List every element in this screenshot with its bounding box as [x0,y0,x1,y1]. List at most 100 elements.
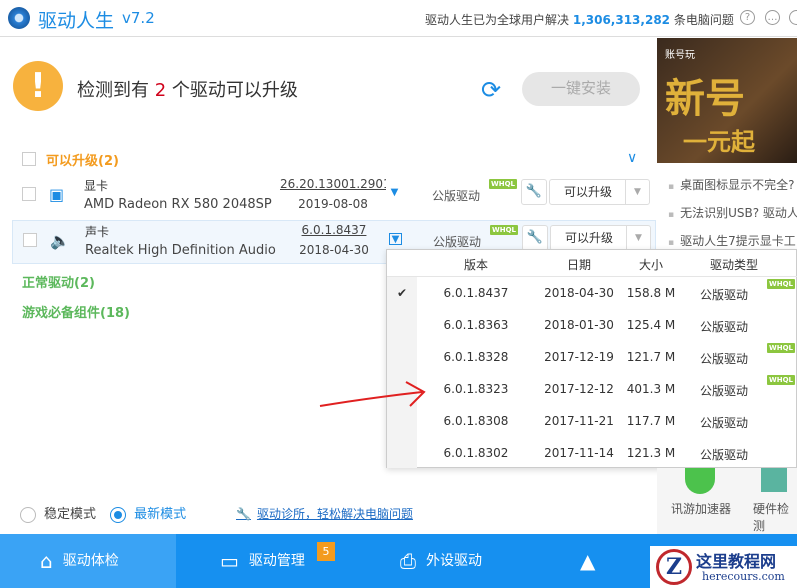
option-type: 公版驱动 [699,416,748,430]
feedback-icon[interactable]: … [765,10,780,25]
driver-date: 2018-04-30 [299,243,369,257]
app-title: 驱动人生 [38,10,115,32]
mode-selector: 稳定模式 最新模式 [20,503,186,523]
option-date: 2017-12-19 [544,350,614,364]
driver-row: ▣ 显卡 AMD Radeon RX 580 2048SP 26.20.1300… [12,175,656,219]
watermark-logo: Z 这里教程网 herecours.com [650,546,797,588]
whql-badge: WHQL [767,279,795,289]
option-size: 158.8 M [626,286,676,300]
option-size: 121.3 M [626,446,676,460]
whql-badge: WHQL [767,375,795,385]
news-item[interactable]: 桌面图标显示不完全? [668,176,794,193]
stable-mode-radio[interactable]: 稳定模式 [20,506,97,523]
option-date: 2017-11-14 [544,446,614,460]
upgradable-group-header[interactable]: 可以升级(2) [46,150,119,169]
stat-prefix: 驱动人生已为全球用户解决 [425,13,570,27]
news-item[interactable]: 驱动人生7提示显卡工 [668,232,796,249]
col-size: 大小 [638,258,663,272]
option-version: 6.0.1.8308 [443,414,509,428]
ad-banner[interactable]: 账号玩 新号 一元起 [657,38,797,163]
broom-icon: ▲ [580,549,596,573]
driver-clinic-link[interactable]: 🔧 驱动诊所，轻松解决电脑问题 [236,505,413,522]
wrench-icon[interactable]: 🔧 [521,179,547,205]
version-option-row[interactable]: 6.0.1.8302 2017-11-14 121.3 M 公版驱动 [387,437,797,469]
option-version: 6.0.1.8437 [443,286,509,300]
nav-cleanup[interactable]: ▲ [580,534,620,588]
help-icon[interactable]: ? [740,10,755,25]
option-size: 121.7 M [626,350,676,364]
chevron-down-icon[interactable]: ▼ [626,226,650,250]
driver-date: 2019-08-08 [298,197,368,211]
news-item[interactable]: 无法识别USB? 驱动人 [668,204,797,221]
accelerator-label[interactable]: 讯游加速器 [671,500,731,517]
upgrade-button[interactable]: 可以升级 ▼ [550,225,651,251]
whql-badge: WHQL [489,179,517,189]
laptop-icon: ▭ [220,549,239,573]
nav-driver-manage[interactable]: ▭ 驱动管理 [220,534,370,588]
normal-drivers-group[interactable]: 正常驱动(2) [22,272,95,291]
version-dropdown-icon[interactable]: ▼ [389,233,402,245]
checkmark-icon: ✔ [396,286,408,300]
driver-version-link[interactable]: 6.0.1.8437 [281,223,387,237]
option-size: 125.4 M [626,318,676,332]
printer-icon: ⎙ [400,549,416,573]
driver-checkbox[interactable] [22,187,36,201]
title-bar: 驱动人生 v7.2 驱动人生已为全球用户解决 1,306,313,282 条电脑… [0,0,797,37]
one-click-install-button[interactable]: 一键安装 [522,72,640,106]
warning-icon: ! [13,61,63,111]
option-size: 401.3 M [626,382,676,396]
option-date: 2018-04-30 [544,286,614,300]
upgrade-button[interactable]: 可以升级 ▼ [549,179,650,205]
option-type: 公版驱动 [699,320,748,334]
ad-brand: 账号玩 [665,50,695,61]
option-version: 6.0.1.8323 [443,382,509,396]
app-version: v7.2 [122,9,155,27]
red-arrow-annotation [319,381,426,407]
nav-peripheral-drivers[interactable]: ⎙ 外设驱动 [400,534,550,588]
radio-icon[interactable] [20,506,36,523]
app-logo-icon [8,7,30,29]
chevron-down-icon[interactable]: ∨ [627,150,637,166]
driver-category: 显卡 [84,179,109,193]
version-option-row[interactable]: 6.0.1.8323 2017-12-12 401.3 M 公版驱动 WHQL [387,373,797,405]
nav-label: 驱动管理 [248,553,305,569]
nav-label: 外设驱动 [426,553,482,569]
watermark-url: herecours.com [702,570,785,583]
option-size: 117.7 M [626,414,676,428]
stat-count: 1,306,313,282 [572,13,671,27]
notification-badge: 5 [317,542,335,561]
hardware-check-icon[interactable] [761,468,787,492]
hardware-check-label[interactable]: 硬件检测 [753,500,797,534]
version-option-row[interactable]: 6.0.1.8328 2017-12-19 121.7 M 公版驱动 WHQL [387,341,797,373]
stable-mode-label: 稳定模式 [44,507,97,522]
version-dropdown-icon[interactable]: ▼ [388,187,401,199]
game-components-group[interactable]: 游戏必备组件(18) [22,302,130,321]
option-type: 公版驱动 [699,288,748,302]
speaker-icon: 🔈 [50,231,70,250]
wrench-icon[interactable]: 🔧 [522,225,548,251]
option-type: 公版驱动 [699,352,748,366]
stat-suffix: 条电脑问题 [673,13,734,27]
nav-driver-check[interactable]: ⌂ 驱动体检 [0,534,176,588]
option-date: 2017-12-12 [544,382,614,396]
driver-clinic-label: 驱动诊所，轻松解决电脑问题 [256,507,413,521]
settings-icon[interactable] [789,10,797,25]
version-option-row[interactable]: 6.0.1.8308 2017-11-21 117.7 M 公版驱动 [387,405,797,437]
upgrade-label: 可以升级 [563,185,612,199]
select-all-checkbox[interactable] [22,152,36,166]
whql-badge: WHQL [490,225,518,235]
version-option-row[interactable]: 6.0.1.8363 2018-01-30 125.4 M 公版驱动 [387,309,797,341]
option-date: 2017-11-21 [544,414,614,428]
version-option-row[interactable]: ✔ 6.0.1.8437 2018-04-30 158.8 M 公版驱动 WHQL [387,277,797,309]
whql-badge: WHQL [767,343,795,353]
home-icon: ⌂ [40,549,53,573]
driver-type: 公版驱动 [432,189,481,203]
driver-version-link[interactable]: 26.20.13001.29010 [280,177,386,191]
latest-mode-radio[interactable]: 最新模式 [110,506,186,523]
chevron-down-icon[interactable]: ▼ [625,180,649,204]
radio-icon[interactable] [110,506,127,523]
col-version: 版本 [463,258,488,272]
refresh-icon[interactable]: ⟳ [481,76,501,104]
accelerator-icon[interactable] [685,468,715,494]
driver-checkbox[interactable] [23,233,37,247]
